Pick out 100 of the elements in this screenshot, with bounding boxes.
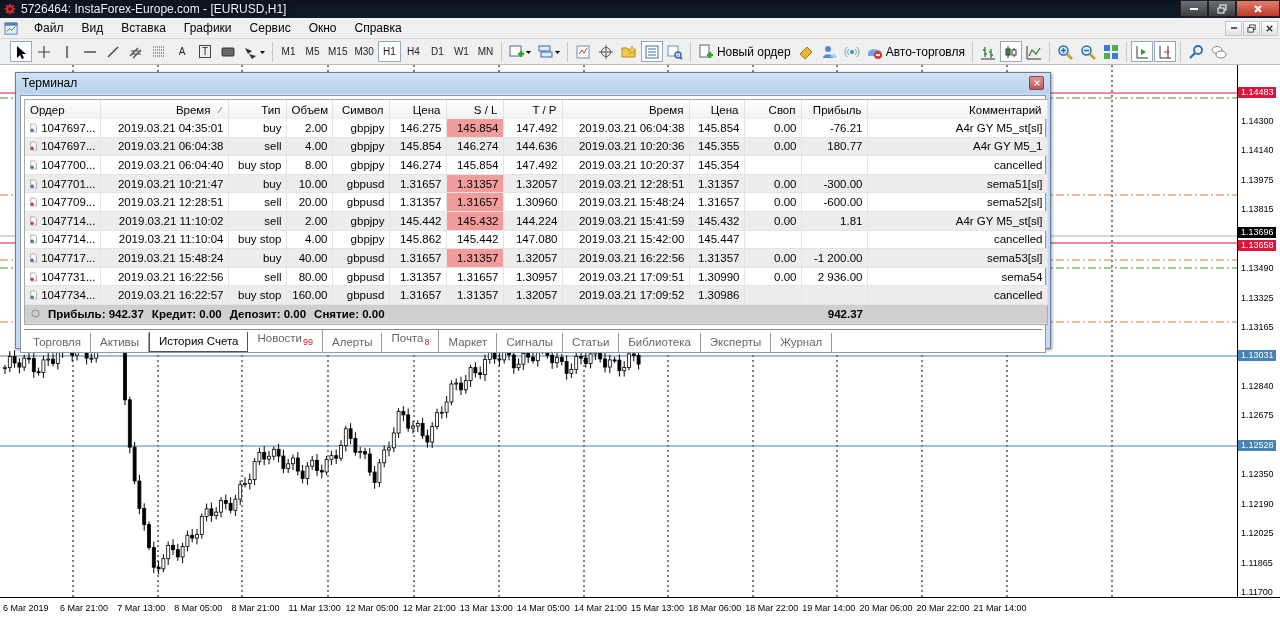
tab[interactable]: Алерты: [323, 332, 383, 352]
table-cell: 0.00: [774, 140, 797, 153]
toolbar-button[interactable]: H1: [377, 41, 401, 62]
table-cell: 145.854: [456, 159, 499, 171]
price-label: 1.11700: [1241, 587, 1273, 599]
table-row[interactable]: 1047700... 2019.03.21 06:04:40 buy stop 8.00 gbpjpy 146.274 145.854 147.492 2019.03.21 10:20:37 145.354 cancelled: [25, 155, 1047, 175]
cap-stop-button[interactable]: Авто-торговля: [863, 41, 968, 62]
table-cell: 1.30990: [697, 270, 740, 283]
summary-item: Прибыль: 942.37: [48, 307, 144, 320]
windows-icon: [537, 43, 560, 60]
toolbar-button[interactable]: W1: [449, 41, 473, 62]
close-icon: [1032, 79, 1041, 87]
menu-item[interactable]: Вставка: [112, 20, 175, 36]
table-cell: 1.31357: [456, 177, 499, 190]
table-cell: 2019.03.21 10:20:37: [578, 159, 685, 171]
tab[interactable]: Маркет: [439, 332, 498, 352]
tab[interactable]: Статьи: [563, 332, 620, 352]
table-cell: 2019.03.21 10:20:36: [578, 140, 685, 153]
toolbar-button[interactable]: MN: [473, 41, 497, 62]
menu-item[interactable]: Графики: [174, 20, 241, 36]
minimize-button[interactable]: [1180, 0, 1208, 17]
table-cell: A4r GY M5_st[sl]: [955, 214, 1043, 227]
restore-button[interactable]: [1243, 20, 1260, 36]
tab[interactable]: Сигналы: [497, 332, 564, 352]
sort-icon: [216, 105, 223, 114]
table-cell: 2019.03.21 11:10:04: [118, 233, 224, 246]
toolbar-button[interactable]: T: [194, 41, 216, 62]
table-cell: 2.00: [305, 214, 328, 227]
user-cloud-icon: [820, 43, 837, 60]
candlestick-button[interactable]: [999, 41, 1022, 62]
table-cell: 147.492: [515, 121, 558, 134]
close-button[interactable]: [1029, 76, 1044, 90]
table-cell: 1.31357: [697, 251, 740, 264]
table-cell: 2.00: [305, 121, 328, 134]
toolbar-button[interactable]: D1: [425, 41, 449, 62]
cursor-button[interactable]: [10, 41, 32, 62]
crosshair-icon: [36, 43, 52, 60]
table-cell: 145.854: [456, 121, 499, 134]
menu-item[interactable]: Вид: [72, 20, 113, 36]
chart-shift-button[interactable]: [1153, 41, 1176, 62]
table-cell: 160.00: [292, 289, 328, 302]
time-label: 12 Mar 21:00: [402, 602, 457, 613]
close-button[interactable]: [1236, 0, 1280, 17]
tab[interactable]: Торговля: [24, 332, 92, 352]
table-row[interactable]: 1047697... 2019.03.21 04:35:01 buy 2.00 gbpjpy 146.275 145.854 147.492 2019.03.21 06:04:38 145.854 0.00 -76.21 A4r GY M5_st[sl]: [25, 119, 1047, 138]
autoscroll-button[interactable]: [1130, 41, 1153, 62]
table-cell: 1047701...: [41, 177, 96, 190]
toolbar-button[interactable]: A: [171, 41, 193, 62]
column-header[interactable]: Время: [175, 103, 211, 116]
toolbar-button[interactable]: H4: [401, 41, 425, 62]
list-window-icon: [643, 43, 660, 60]
time-label: 7 Mar 13:00: [117, 602, 167, 613]
tab[interactable]: История Счета: [148, 331, 249, 352]
tab[interactable]: Библиотека: [619, 332, 701, 352]
table-row[interactable]: 1047731... 2019.03.21 16:22:56 sell 80.00 gbpusd 1.31357 1.31657 1.30957 2019.03.21 17:09:51 1.30990 0.00 2 936.00 sema54: [25, 267, 1047, 286]
chart-window-icon: [574, 43, 591, 60]
table-cell: 2019.03.21 06:04:38: [117, 140, 224, 153]
time-label: 8 Mar 21:00: [231, 602, 281, 613]
table-row[interactable]: 1047714... 2019.03.21 11:10:04 buy stop 4.00 gbpjpy 145.862 145.442 147.080 2019.03.21 15:42:00 145.447 cancelled: [25, 230, 1047, 249]
table-row[interactable]: 1047709... 2019.03.21 12:28:51 sell 20.00 gbpusd 1.31357 1.31657 1.30960 2019.03.21 15:48:24 1.31657 0.00 -600.00 sema52[sl]: [25, 192, 1047, 212]
table-cell: 0.00: [774, 196, 797, 209]
minimize-icon: [1190, 7, 1198, 10]
table-cell: sema54: [1001, 270, 1043, 283]
menu-item[interactable]: Файл: [25, 20, 73, 36]
menu-item[interactable]: Окно: [299, 20, 346, 36]
time-label: 20 Mar 06:00: [859, 602, 914, 613]
table-cell: 4.00: [305, 233, 328, 246]
toolbar-button[interactable]: M15: [325, 41, 351, 62]
price-label: 1.13325: [1241, 292, 1274, 304]
column-header[interactable]: Время: [648, 103, 684, 116]
price-label: 1.12190: [1241, 498, 1274, 510]
toolbar-button[interactable]: M1: [277, 41, 300, 62]
table-cell: 1047697...: [41, 140, 96, 153]
menu-item[interactable]: Справка: [345, 20, 411, 36]
table-cell: 80.00: [298, 270, 328, 283]
tab[interactable]: Активы: [91, 332, 149, 352]
table-cell: 2 936.00: [817, 270, 863, 283]
table-cell: 146.274: [399, 159, 442, 171]
time-label: 12 Mar 05:00: [345, 602, 400, 613]
price-tag: 1.13658: [1238, 240, 1276, 251]
table-cell: sell: [264, 270, 282, 283]
time-label: 11 Mar 13:00: [288, 602, 342, 613]
table-cell: 1.32057: [515, 177, 558, 190]
table-cell: 0.00: [774, 177, 797, 190]
tab[interactable]: Эксперты: [700, 332, 772, 352]
table-cell: 1047714...: [41, 214, 96, 227]
document-plus-button[interactable]: Новый ордер: [694, 41, 794, 62]
toolbar-button[interactable]: M5: [301, 41, 324, 62]
tab[interactable]: Почта$_{8}$: [382, 328, 440, 352]
tab[interactable]: Новости$_{99}$: [248, 328, 323, 352]
table-cell: 1.31357: [456, 251, 499, 264]
maximize-button[interactable]: [1208, 0, 1236, 17]
price-label: 1.12025: [1241, 528, 1274, 540]
table-cell: -1 200.00: [813, 251, 863, 264]
table-cell: 1047697...: [41, 121, 96, 134]
table-cell: -76.21: [829, 121, 863, 134]
menu-item[interactable]: Сервис: [240, 20, 300, 36]
tab[interactable]: Журнал: [771, 332, 833, 352]
toolbar-button[interactable]: M30: [351, 41, 377, 62]
table-cell: 1047734...: [41, 289, 96, 302]
